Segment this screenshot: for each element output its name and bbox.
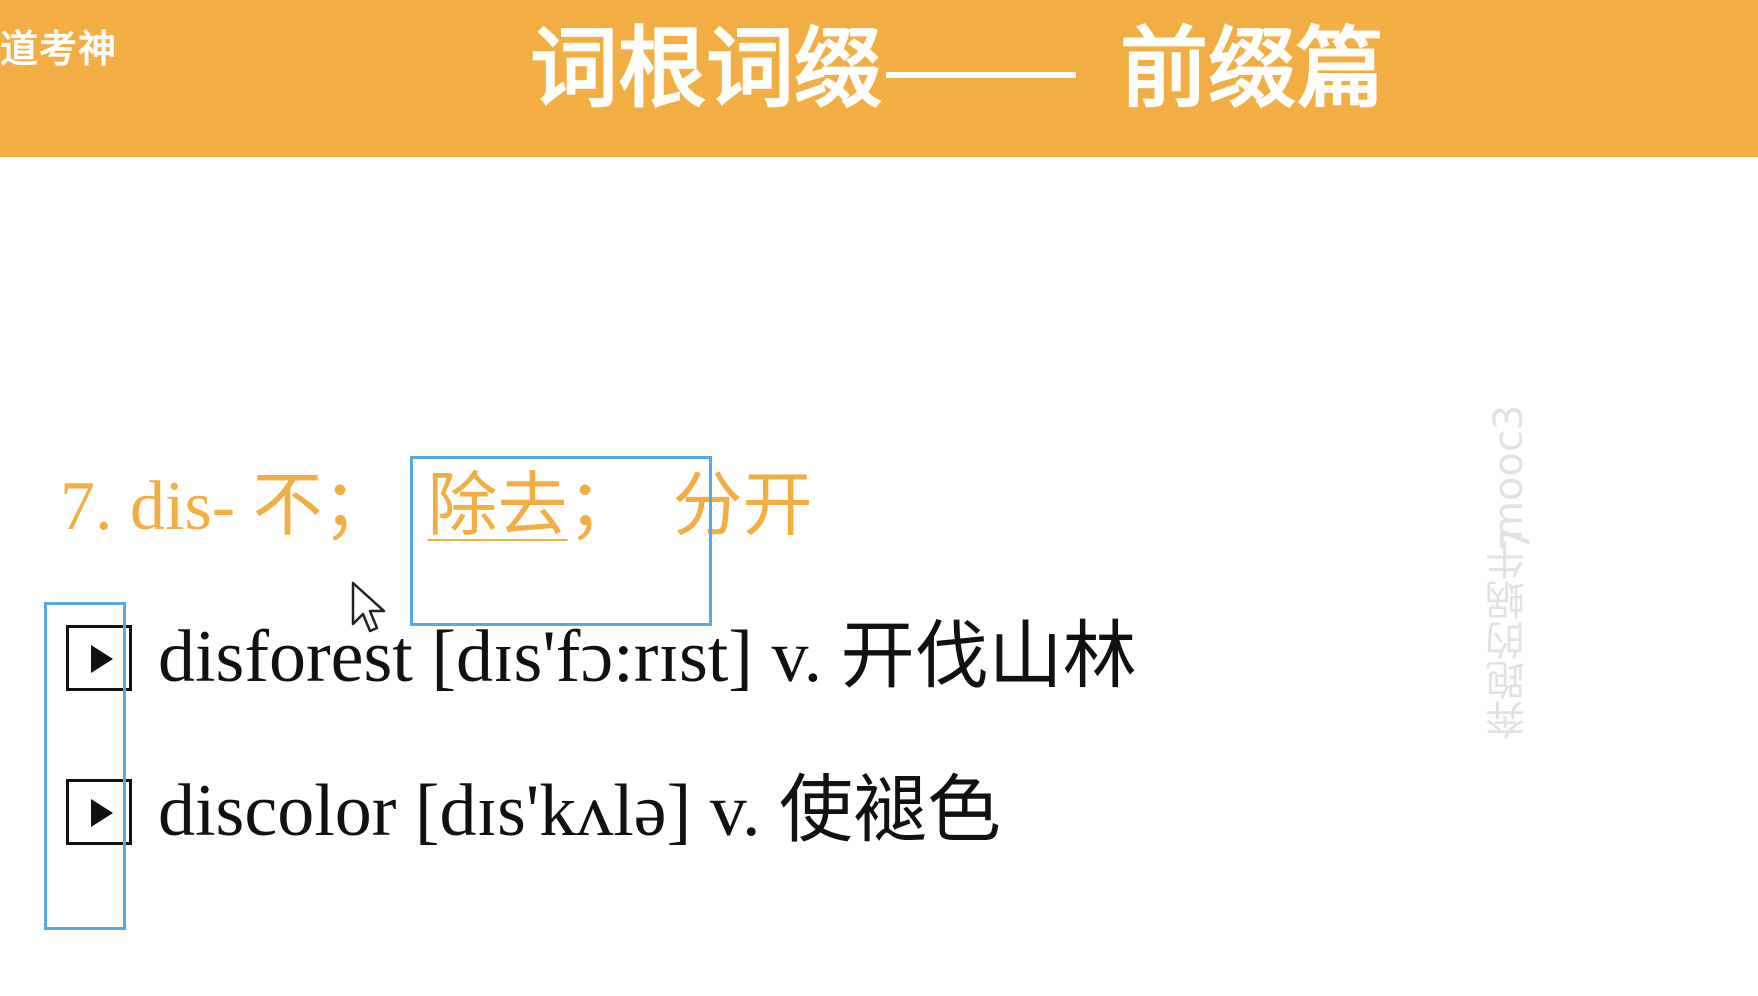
title-dash — [886, 72, 1077, 79]
selection-box-meaning[interactable] — [410, 456, 712, 626]
slide: 道考神 词根词缀 前缀篇 7. dis- 不； 除去； 分开 disforest … — [0, 0, 1758, 996]
selection-box-play-buttons[interactable] — [44, 602, 126, 930]
logo: 道考神 — [0, 27, 118, 71]
header-bar: 道考神 词根词缀 前缀篇 — [0, 0, 1758, 157]
word-row: discolor [dɪs'kʌlə] v. 使褪色 — [66, 766, 1001, 856]
word-meaning: 开伐山林 — [840, 616, 1137, 698]
title-left: 词根词缀 — [530, 17, 883, 120]
prefix-number: 7. dis- — [60, 468, 235, 545]
word: discolor — [158, 770, 397, 852]
prefix-meaning-1: 不； — [252, 468, 393, 545]
phonetic: [dɪs'fɔ:rɪst] — [431, 616, 753, 698]
mouse-cursor-icon — [351, 581, 386, 633]
title-right: 前缀篇 — [1120, 17, 1385, 120]
phonetic: [dɪs'kʌlə] — [414, 770, 692, 852]
part-of-speech: v. — [709, 770, 761, 852]
word-meaning: 使褪色 — [779, 770, 1001, 852]
part-of-speech: v. — [771, 616, 823, 698]
watermark-number: 7 — [1493, 526, 1540, 552]
page-title: 词根词缀 前缀篇 — [530, 14, 1384, 124]
